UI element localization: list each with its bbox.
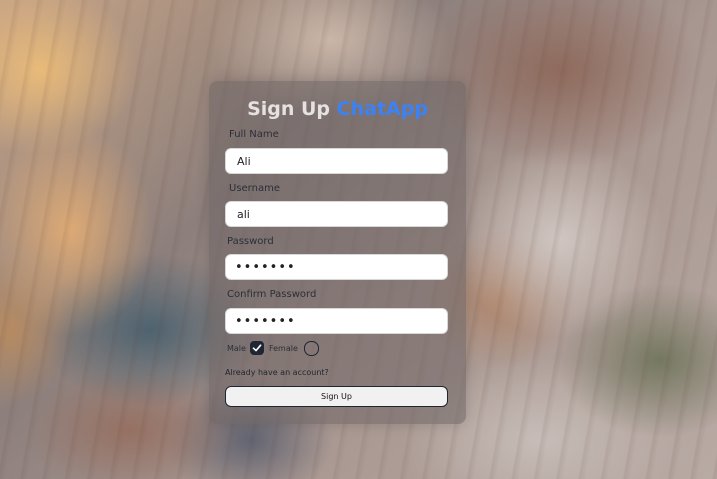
password-input[interactable] [225,254,448,280]
gender-selector: Male Female [227,339,324,357]
female-checkbox[interactable] [303,340,319,356]
brand-name: ChatApp [336,98,428,120]
page-title: Sign Up ChatApp [209,98,466,120]
confirm-password-input[interactable] [225,308,448,334]
female-label: Female [268,343,298,353]
sign-up-button[interactable]: Sign Up [225,386,448,407]
password-label: Password [227,236,274,247]
login-link[interactable]: Already have an account? [225,368,329,377]
full-name-input[interactable] [225,148,448,174]
confirm-password-label: Confirm Password [227,289,317,300]
male-label: Male [227,343,246,353]
username-label: Username [229,183,280,194]
username-input[interactable] [225,201,448,227]
signup-card: Sign Up ChatApp Full Name Username Passw… [209,81,466,424]
checkmark-icon [252,344,262,352]
title-text: Sign Up [247,98,331,120]
male-checkbox[interactable] [249,341,264,355]
full-name-label: Full Name [229,129,279,140]
